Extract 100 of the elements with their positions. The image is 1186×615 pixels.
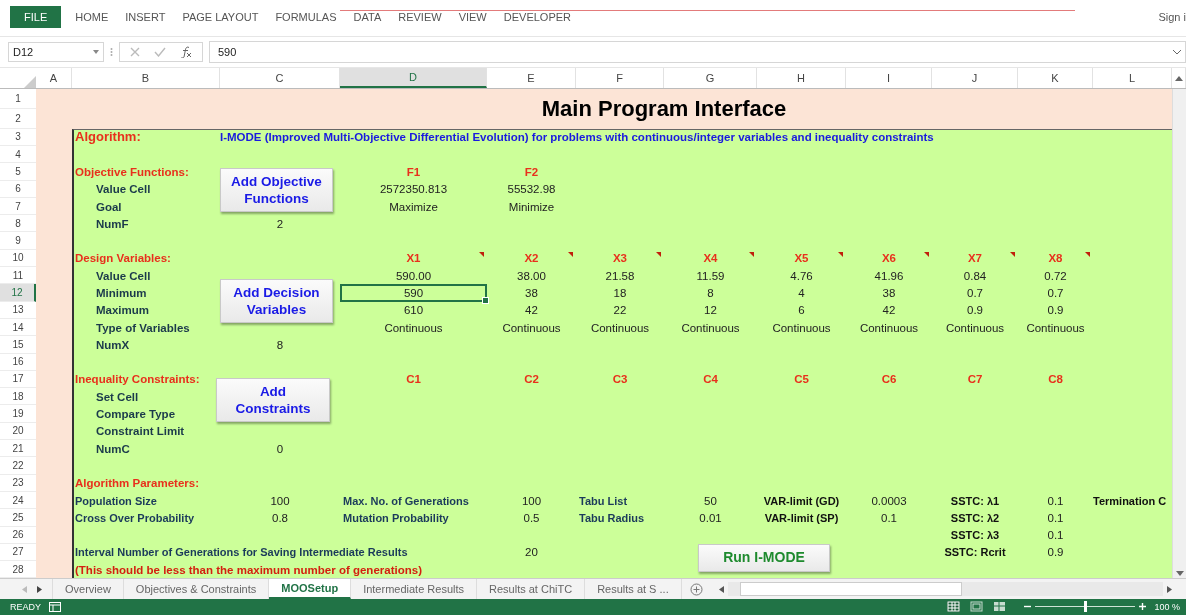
field-label: Constraint Limit (95, 424, 185, 439)
column-header[interactable]: J (932, 68, 1018, 88)
formula-field[interactable]: 590 (209, 41, 1186, 64)
column-header[interactable]: E (487, 68, 576, 88)
page-layout-view-icon[interactable] (970, 601, 984, 613)
cell-value: 21.58 (605, 268, 635, 283)
name-box[interactable]: D12 (8, 42, 104, 63)
cell-value: 20 (525, 545, 538, 560)
cell-value: 41.96 (874, 268, 904, 283)
next-sheet-icon[interactable] (37, 585, 42, 593)
row-number[interactable]: 12 (0, 284, 36, 302)
cell-value: Continuous (772, 320, 831, 335)
cell-value: 0.1 (881, 510, 897, 525)
cell-value: 11.59 (696, 268, 725, 283)
cell-value: 0 (276, 441, 284, 456)
sheet-tab[interactable]: Results at S ... (585, 579, 682, 599)
field-label: NumF (95, 216, 129, 231)
sheet-tab[interactable]: MOOSetup (269, 579, 352, 599)
cell-value: 0.5 (523, 510, 540, 525)
field-label: Value Cell (95, 182, 151, 197)
add-button[interactable]: Add Objective Functions (220, 168, 333, 213)
column-header[interactable]: B (72, 68, 220, 88)
note-text: (This should be less than the maximum number of generations) (74, 562, 422, 577)
macro-recording-icon[interactable] (49, 601, 61, 612)
status-text: READY (10, 601, 41, 612)
cell-value: 12 (704, 303, 717, 318)
algorithm-description: I-MODE (Improved Multi-Objective Differential Evolution) for problems with continuous/integer variables and inequality constraints (220, 130, 934, 145)
dropdown-caret-icon[interactable] (93, 50, 99, 55)
ribbon-tab[interactable]: VIEW (450, 6, 495, 29)
scroll-left-icon[interactable] (718, 585, 724, 593)
cell-value: 590 (403, 286, 424, 300)
column-label: F2 (524, 164, 539, 179)
column-label: X3 (612, 251, 628, 266)
ribbon-tab[interactable]: PAGE LAYOUT (174, 6, 267, 29)
grip-icon[interactable] (110, 47, 113, 58)
scroll-right-icon[interactable] (1167, 585, 1172, 593)
column-header[interactable]: F (576, 68, 664, 88)
column-label: X2 (524, 251, 539, 266)
column-label: C7 (967, 372, 983, 387)
cell-value: 55532.98 (507, 182, 556, 197)
expand-caret-icon[interactable] (1173, 49, 1181, 55)
add-sheet-icon[interactable] (689, 582, 703, 596)
field-label: SSTC: λ1 (950, 493, 1000, 508)
ribbon-tab[interactable]: HOME (67, 6, 117, 29)
column-header[interactable]: H (757, 68, 846, 88)
column-header[interactable]: L (1093, 68, 1172, 88)
field-label: Cross Over Probability (74, 510, 195, 525)
scroll-up-icon[interactable] (1174, 75, 1183, 81)
cell-value: 8 (707, 286, 714, 300)
column-header[interactable]: I (846, 68, 932, 88)
add-button[interactable]: Add Decision Variables (220, 279, 333, 324)
field-label: SSTC: λ3 (950, 528, 1000, 543)
ribbon-tab[interactable]: INSERT (117, 6, 174, 29)
cell-value: 4.76 (790, 268, 813, 283)
function-icon[interactable] (180, 46, 192, 59)
cell-value: Continuous (859, 320, 919, 335)
zoom-in-icon[interactable] (1139, 603, 1147, 611)
field-label: Value Cell (95, 268, 151, 283)
page-break-view-icon[interactable] (993, 601, 1007, 613)
sheet-title: Main Program Interface (541, 95, 787, 122)
cell-value: 0.1 (1047, 493, 1064, 508)
column-label: C5 (794, 372, 809, 387)
field-label: Compare Type (95, 407, 176, 422)
scrollbar-thumb[interactable] (739, 582, 962, 597)
column-header[interactable]: K (1018, 68, 1093, 88)
add-button[interactable]: Add Constraints (216, 377, 330, 422)
field-label: Tabu List (578, 493, 628, 508)
sign-in-link[interactable]: Sign i (1158, 11, 1186, 24)
normal-view-icon[interactable] (947, 601, 961, 613)
cell-value: Continuous (945, 320, 1005, 335)
sheet-tab[interactable]: Overview (53, 579, 124, 599)
zoom-slider-thumb[interactable] (1083, 601, 1087, 613)
cell-value: 2 (276, 216, 284, 231)
cell-value: 0.7 (967, 286, 983, 300)
field-label: Population Size (74, 493, 157, 508)
column-header[interactable]: G (664, 68, 757, 88)
cell-value: 0.01 (699, 510, 722, 525)
column-label: X4 (703, 251, 718, 266)
ribbon-tab[interactable]: DEVELOPER (495, 6, 579, 29)
zoom-level[interactable]: 100 % (1154, 601, 1186, 612)
field-label: NumC (95, 441, 130, 456)
field-label: NumX (95, 337, 130, 352)
cell-value: Continuous (502, 320, 561, 335)
ribbon-tab[interactable]: FORMULAS (267, 6, 345, 29)
cell-value: 42 (525, 303, 538, 318)
ribbon-tab[interactable]: REVIEW (390, 6, 450, 29)
sheet-tab[interactable]: Intermediate Results (351, 579, 477, 599)
run-button[interactable]: Run I-MODE (698, 543, 830, 572)
cell-value: 0.8 (272, 510, 288, 525)
column-header[interactable]: D (340, 68, 487, 88)
file-tab[interactable]: FILE (10, 6, 62, 29)
section-heading: Algorithm Parameters: (74, 476, 199, 491)
cell-value: 38 (525, 286, 538, 300)
check-icon[interactable] (154, 47, 166, 58)
cell-value: Continuous (681, 320, 740, 335)
cell-value: 610 (403, 303, 424, 318)
sheet-tab[interactable]: Results at ChiTC (477, 579, 586, 599)
cell-value: 0.72 (1044, 268, 1067, 283)
ribbon-tab[interactable]: DATA (345, 6, 390, 29)
column-header[interactable]: A (36, 68, 72, 88)
